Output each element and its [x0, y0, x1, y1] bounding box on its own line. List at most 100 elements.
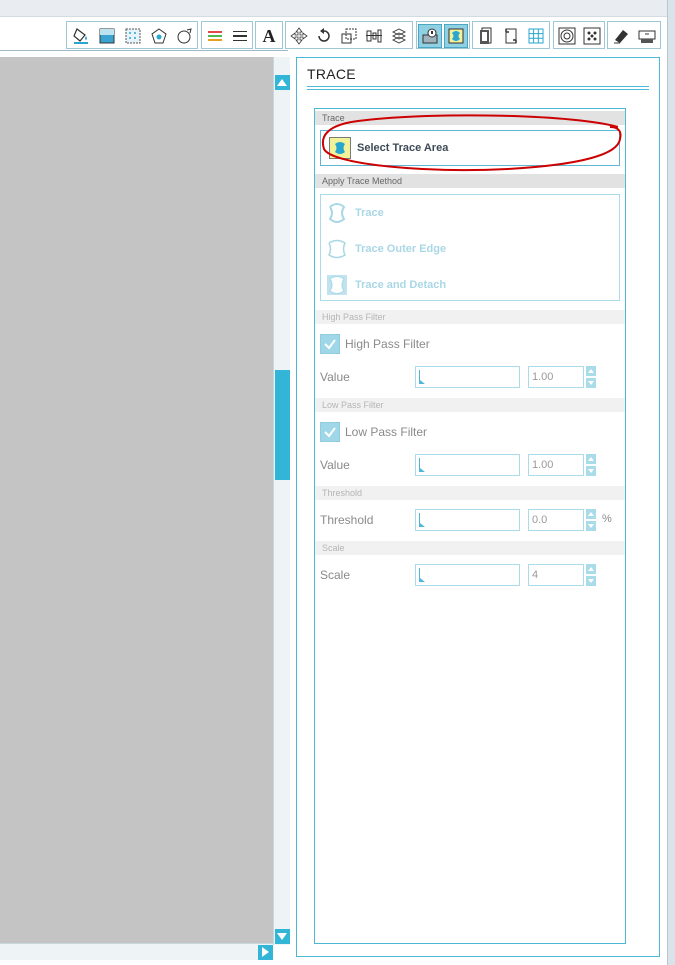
offset-icon[interactable]	[173, 24, 197, 48]
trace-method-outer-edge[interactable]: Trace Outer Edge	[325, 234, 615, 264]
low-pass-value-input[interactable]: 1.00	[528, 454, 584, 476]
eraser-icon[interactable]	[609, 24, 633, 48]
trace-method-list: Trace Trace Outer Edge Trace and Detach	[320, 194, 620, 301]
window-title-strip	[0, 0, 668, 17]
send-to-cutter-icon[interactable]	[635, 24, 659, 48]
canvas-top-edge	[0, 50, 288, 51]
spin-up-icon[interactable]	[586, 366, 596, 376]
trace-method-label: Trace and Detach	[355, 279, 447, 291]
fill-panel-icon[interactable]	[95, 24, 119, 48]
high-pass-checkbox[interactable]	[320, 334, 340, 354]
horizontal-scrollbar[interactable]	[0, 943, 273, 960]
vertical-scrollbar[interactable]	[273, 57, 290, 945]
outer-edge-icon	[328, 239, 346, 259]
section-header-scale: Scale	[315, 541, 625, 555]
checkmark-icon	[324, 427, 336, 438]
high-pass-value-input[interactable]: 1.00	[528, 366, 584, 388]
threshold-unit: %	[602, 513, 612, 525]
toolbar-group-line	[201, 21, 253, 49]
toolbar-group-text: A	[255, 21, 283, 49]
line-color-icon[interactable]	[203, 24, 227, 48]
scale-value-input[interactable]: 4	[528, 564, 584, 586]
trace-method-label: Trace	[355, 207, 384, 219]
slider-thumb-icon	[419, 458, 425, 472]
toolbar-group-send	[607, 21, 661, 49]
low-pass-slider[interactable]	[415, 454, 520, 476]
top-bar: A	[0, 0, 675, 56]
spin-up-icon[interactable]	[586, 454, 596, 464]
section-header-apply-method: Apply Trace Method	[315, 174, 625, 188]
title-divider	[307, 86, 649, 87]
toolbar-group-fill	[66, 21, 198, 49]
scale-label: Scale	[320, 568, 351, 582]
select-trace-area-label: Select Trace Area	[357, 142, 449, 154]
design-canvas[interactable]	[0, 57, 273, 943]
move-icon[interactable]	[287, 24, 311, 48]
shape-edit-icon[interactable]	[147, 24, 171, 48]
trace-method-trace[interactable]: Trace	[325, 198, 615, 228]
low-pass-checkbox-row[interactable]: Low Pass Filter	[320, 421, 427, 443]
window-right-border	[667, 0, 675, 965]
scale-icon[interactable]	[337, 24, 361, 48]
high-pass-spinner[interactable]	[586, 366, 596, 388]
rotate-icon[interactable]	[312, 24, 336, 48]
paint-bucket-icon[interactable]	[69, 24, 93, 48]
threshold-value-input[interactable]: 0.0	[528, 509, 584, 531]
low-pass-spinner[interactable]	[586, 454, 596, 476]
spin-down-icon[interactable]	[586, 378, 596, 388]
select-trace-area-button[interactable]: Select Trace Area	[320, 130, 620, 166]
spin-down-icon[interactable]	[586, 466, 596, 476]
toolbar-group-transform	[285, 21, 413, 49]
scale-spinner[interactable]	[586, 564, 596, 586]
align-icon[interactable]	[362, 24, 386, 48]
slider-thumb-icon	[419, 370, 425, 384]
checkmark-icon	[324, 339, 336, 350]
grid-icon[interactable]	[524, 24, 548, 48]
toolbar-group-library	[553, 21, 605, 49]
high-pass-checkbox-row[interactable]: High Pass Filter	[320, 333, 430, 355]
threshold-spinner[interactable]	[586, 509, 596, 531]
high-pass-slider[interactable]	[415, 366, 520, 388]
spin-up-icon[interactable]	[586, 509, 596, 519]
scroll-up-button[interactable]	[275, 75, 290, 90]
offset-rings-icon[interactable]	[555, 24, 579, 48]
spin-up-icon[interactable]	[586, 564, 596, 574]
scroll-down-button[interactable]	[275, 929, 290, 944]
slider-thumb-icon	[419, 568, 425, 582]
threshold-row: Threshold 0.0 %	[320, 508, 620, 532]
high-pass-checkbox-label: High Pass Filter	[345, 337, 430, 351]
trace-area-icon	[329, 137, 351, 159]
scroll-right-button[interactable]	[258, 945, 273, 960]
spin-down-icon[interactable]	[586, 521, 596, 531]
pattern-icon[interactable]	[121, 24, 145, 48]
low-pass-checkbox-label: Low Pass Filter	[345, 425, 428, 439]
section-header-low-pass: Low Pass Filter	[315, 398, 625, 412]
high-pass-value-label: Value	[320, 370, 350, 384]
section-header-high-pass: High Pass Filter	[315, 310, 625, 324]
line-style-icon[interactable]	[228, 24, 252, 48]
registration-icon[interactable]	[499, 24, 523, 48]
section-header-threshold: Threshold	[315, 486, 625, 500]
scale-row: Scale 4	[320, 563, 620, 587]
arrow-right-icon	[262, 947, 269, 957]
threshold-slider[interactable]	[415, 509, 520, 531]
trace-shape-icon	[328, 203, 346, 223]
trace-panel-body: Trace Select Trace Area Apply Trace Meth…	[314, 108, 626, 944]
trace-method-label: Trace Outer Edge	[355, 243, 447, 255]
toolbar-group-edit	[416, 21, 470, 49]
page-setup-icon[interactable]	[474, 24, 498, 48]
trace-method-detach[interactable]: Trace and Detach	[325, 270, 615, 300]
knife-icon[interactable]	[418, 24, 442, 48]
toolbar-group-page	[472, 21, 550, 49]
dots-icon[interactable]	[580, 24, 604, 48]
low-pass-value-row: Value 1.00	[320, 453, 620, 477]
low-pass-checkbox[interactable]	[320, 422, 340, 442]
trace-icon[interactable]	[444, 24, 468, 48]
spin-down-icon[interactable]	[586, 576, 596, 586]
replicate-icon[interactable]	[387, 24, 411, 48]
scroll-thumb[interactable]	[275, 370, 290, 480]
text-icon[interactable]: A	[257, 24, 281, 48]
panel-title: TRACE	[307, 66, 356, 82]
slider-thumb-icon	[419, 513, 425, 527]
scale-slider[interactable]	[415, 564, 520, 586]
